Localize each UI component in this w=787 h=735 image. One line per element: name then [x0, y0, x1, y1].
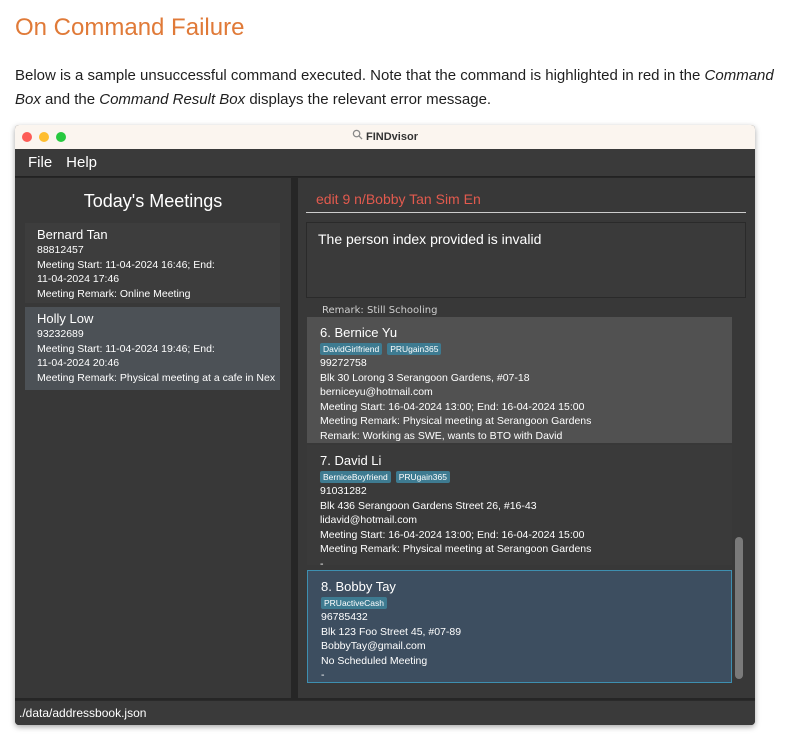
tag-list: PRUactiveCash	[321, 597, 731, 609]
person-meeting: Meeting Start: 16-04-2024 13:00; End: 16…	[320, 400, 585, 413]
person-remark: Remark: Working as SWE, wants to BTO wit…	[320, 429, 563, 442]
tag-list: DavidGirlfriend PRUgain365	[320, 343, 732, 355]
data-file-path: ./data/addressbook.json	[19, 706, 147, 720]
meeting-phone: 88812457	[37, 244, 84, 256]
person-address: Blk 123 Foo Street 45, #07-89	[321, 625, 462, 638]
meeting-card[interactable]: Bernard Tan 88812457 Meeting Start: 11-0…	[25, 223, 280, 303]
menu-help[interactable]: Help	[66, 154, 97, 171]
person-card[interactable]: 6. Bernice Yu DavidGirlfriend PRUgain365…	[307, 317, 732, 443]
meetings-title: Today's Meetings	[83, 191, 223, 211]
description-paragraph: Below is a sample unsuccessful command e…	[15, 67, 774, 108]
status-bar: ./data/addressbook.json	[15, 700, 755, 725]
person-address: Blk 436 Serangoon Gardens Street 26, #16…	[320, 499, 537, 512]
person-phone: 99272758	[320, 357, 367, 369]
list-scrollbar[interactable]	[735, 537, 743, 679]
tag-list: BerniceBoyfriend PRUgain365	[320, 471, 732, 483]
meeting-person-name: Holly Low	[37, 311, 94, 326]
title-bar: FINDvisor	[15, 125, 755, 149]
person-remark: -	[320, 557, 324, 566]
person-card-selected[interactable]: 8. Bobby Tay PRUactiveCash 96785432 Blk …	[307, 570, 732, 683]
person-phone: 91031282	[320, 485, 367, 497]
meeting-phone: 93232689	[37, 328, 84, 340]
app-window: FINDvisor File Help Today's Meetings Ber…	[15, 125, 755, 725]
section-heading: On Command Failure	[15, 14, 245, 41]
main-panel: edit 9 n/Bobby Tan Sim En The person ind…	[298, 178, 755, 698]
person-name: 6. Bernice Yu	[320, 325, 398, 340]
command-input[interactable]: edit 9 n/Bobby Tan Sim En	[316, 191, 481, 207]
tag-badge: PRUgain365	[395, 471, 450, 483]
person-list[interactable]: Remark: Still Schooling 6. Bernice Yu Da…	[298, 305, 755, 698]
meeting-end: 11-04-2024 20:46	[37, 357, 120, 369]
person-address: Blk 30 Lorong 3 Serangoon Gardens, #07-1…	[320, 371, 530, 384]
meeting-remark: Meeting Remark: Physical meeting at a ca…	[37, 371, 276, 384]
person-meeting-remark: Meeting Remark: Physical meeting at Sera…	[320, 543, 592, 555]
person-meeting: No Scheduled Meeting	[321, 654, 428, 667]
command-result-text: The person index provided is invalid	[318, 231, 542, 247]
person-meeting: Meeting Start: 16-04-2024 13:00; End: 16…	[320, 528, 585, 541]
meetings-panel: Today's Meetings Bernard Tan 88812457 Me…	[15, 178, 291, 698]
person-name: 7. David Li	[320, 453, 382, 468]
tag-badge: BerniceBoyfriend	[320, 471, 391, 483]
clipped-remark: Remark: Still Schooling	[322, 305, 438, 316]
tag-badge: PRUactiveCash	[321, 597, 387, 609]
person-phone: 96785432	[321, 611, 368, 623]
meeting-person-name: Bernard Tan	[37, 227, 108, 242]
command-result-box: The person index provided is invalid	[306, 222, 746, 298]
menu-file[interactable]: File	[28, 154, 52, 171]
command-result-box-term: Command Result Box	[99, 91, 246, 108]
window-title-text: FINDvisor	[366, 131, 418, 143]
window-title: FINDvisor	[15, 129, 755, 143]
person-email: lidavid@hotmail.com	[320, 514, 418, 526]
command-box[interactable]: edit 9 n/Bobby Tan Sim En	[306, 183, 746, 213]
person-email: berniceyu@hotmail.com	[320, 386, 433, 398]
meeting-start: Meeting Start: 11-04-2024 19:46; End:	[37, 342, 215, 355]
person-remark: -	[321, 669, 325, 681]
tag-badge: PRUgain365	[387, 343, 442, 355]
meeting-end: 11-04-2024 17:46	[37, 273, 120, 285]
menu-bar: File Help	[15, 149, 755, 177]
person-meeting-remark: Meeting Remark: Physical meeting at Sera…	[320, 415, 592, 427]
meeting-remark: Meeting Remark: Online Meeting	[37, 287, 191, 300]
person-email: BobbyTay@gmail.com	[321, 640, 426, 652]
person-card[interactable]: 7. David Li BerniceBoyfriend PRUgain365 …	[307, 445, 732, 565]
tag-badge: DavidGirlfriend	[320, 343, 383, 355]
person-name: 8. Bobby Tay	[321, 579, 396, 594]
meeting-card[interactable]: Holly Low 93232689 Meeting Start: 11-04-…	[25, 307, 280, 390]
search-icon	[352, 129, 363, 143]
meeting-start: Meeting Start: 11-04-2024 16:46; End:	[37, 258, 215, 271]
